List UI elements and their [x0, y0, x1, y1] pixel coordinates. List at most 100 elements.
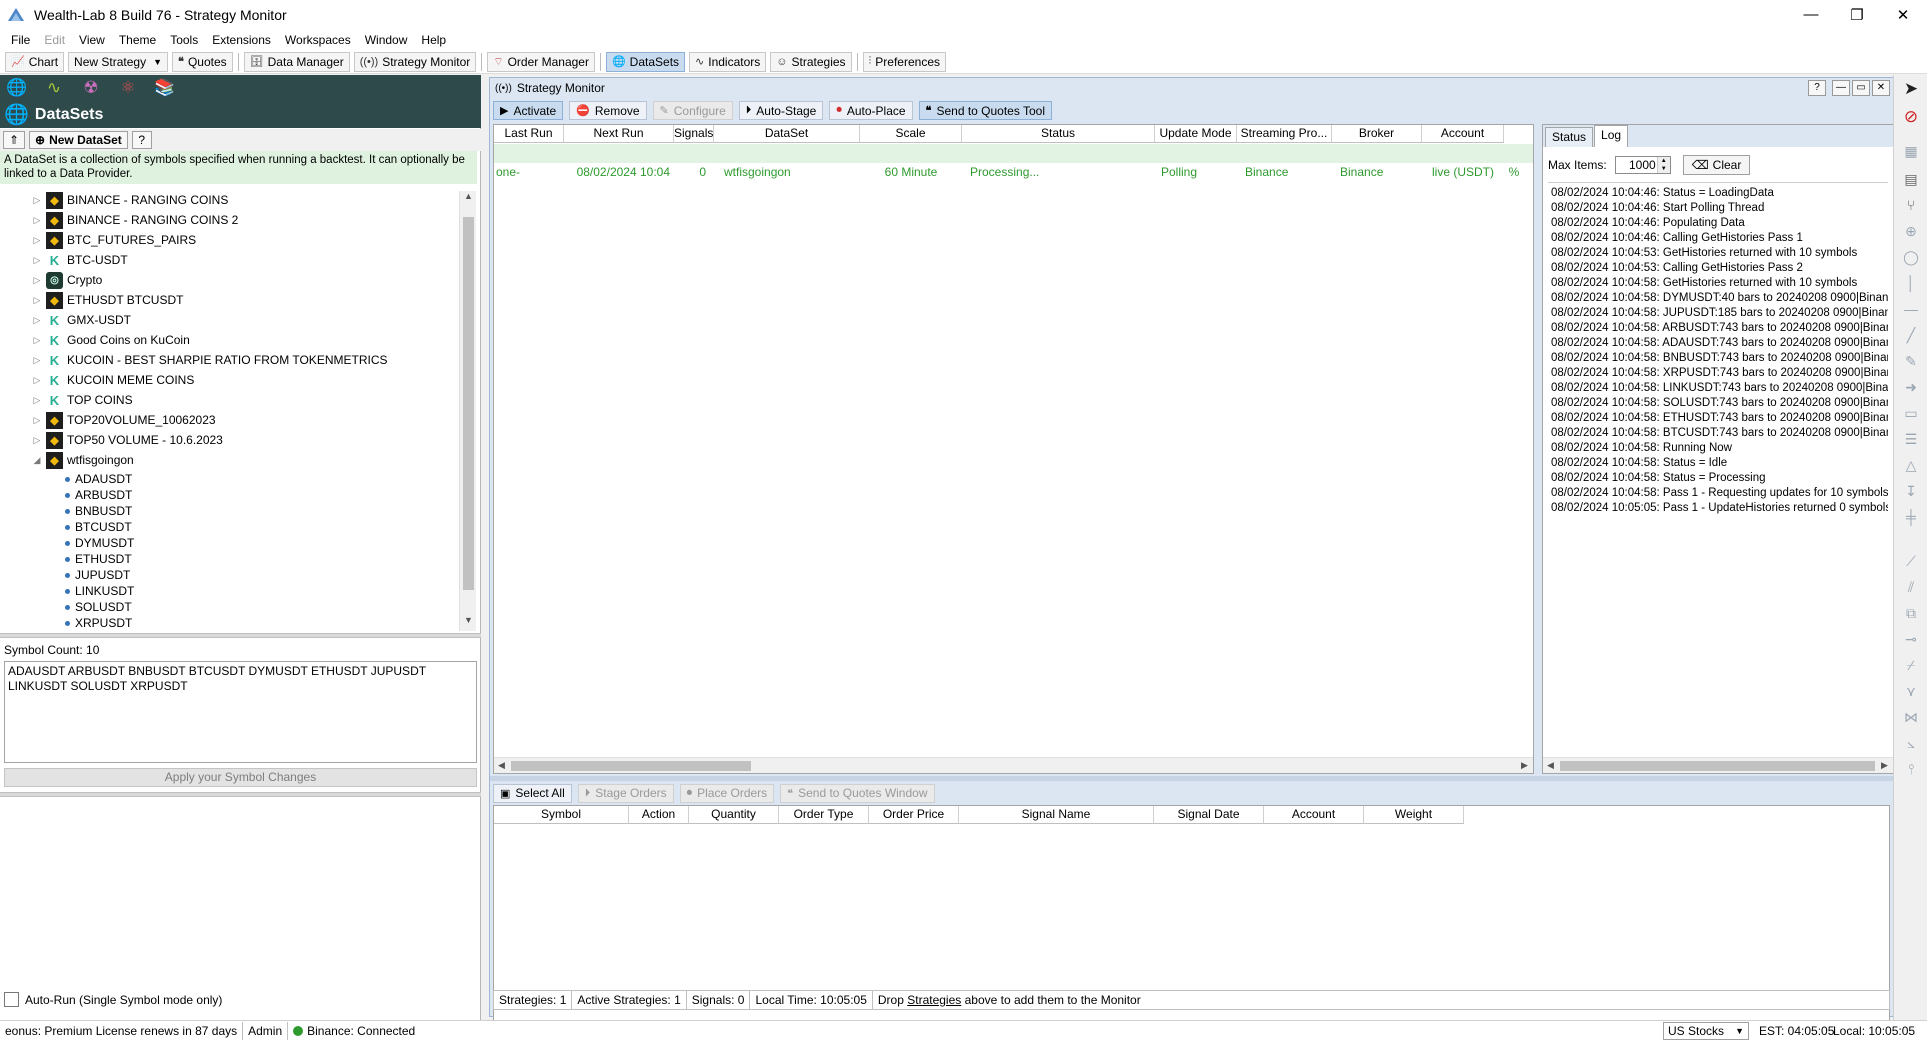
triangle-icon[interactable]: △ [1901, 455, 1921, 475]
dataset-item[interactable]: ▷ K TOP COINS [0, 390, 133, 410]
expand-arrow-icon[interactable]: ▷ [30, 335, 44, 346]
expand-arrow-icon[interactable]: ▷ [30, 355, 44, 366]
symbol-item[interactable]: JUPUSDT [65, 567, 130, 583]
order-manager-button[interactable]: ⌔ Order Manager [487, 51, 595, 72]
cursor-icon[interactable]: ➤ [1901, 79, 1921, 99]
col-scale[interactable]: Scale [860, 125, 962, 143]
col-account[interactable]: Account [1264, 806, 1364, 824]
wave-pattern-icon[interactable]: ⋎ [1901, 681, 1921, 701]
target-icon[interactable]: ⊕ [1901, 221, 1921, 241]
market-select[interactable]: US Stocks ▼ [1663, 1022, 1749, 1040]
menu-help[interactable]: Help [414, 33, 453, 47]
minimize-button[interactable]: — [1788, 0, 1834, 29]
dataset-item[interactable]: ▷ ◎ Crypto [0, 270, 102, 290]
dataset-item[interactable]: ▷ K BTC-USDT [0, 250, 128, 270]
col-dataset[interactable]: DataSet [714, 125, 860, 143]
ray-icon[interactable]: ⟋ [1901, 551, 1921, 571]
apply-symbol-changes-button[interactable]: Apply your Symbol Changes [4, 768, 477, 787]
strategy-monitor-button[interactable]: ((•)) Strategy Monitor [353, 51, 477, 72]
symbol-item[interactable]: BNBUSDT [65, 503, 132, 519]
col-signal-name[interactable]: Signal Name [959, 806, 1154, 824]
globe-icon[interactable]: 🌐 [6, 78, 28, 98]
expand-arrow-icon[interactable]: ▷ [30, 295, 44, 306]
tree-scrollbar[interactable]: ▲ ▼ [459, 191, 476, 631]
expand-arrow-icon[interactable]: ▷ [30, 415, 44, 426]
dataset-item[interactable]: ▷ K GMX-USDT [0, 310, 131, 330]
panel-splitter[interactable] [0, 792, 481, 797]
wave-icon[interactable]: ∿ [43, 78, 65, 98]
col-last-run[interactable]: Last Run [494, 125, 564, 143]
pattern-icon[interactable]: ⧉ [1901, 603, 1921, 623]
grid-icon[interactable]: ▦ [1901, 141, 1921, 161]
strategies-button[interactable]: ☺ Strategies [770, 51, 852, 72]
col-signal-date[interactable]: Signal Date [1154, 806, 1264, 824]
stage-orders-button[interactable]: ⏵ Stage Orders [577, 783, 674, 803]
menu-theme[interactable]: Theme [112, 33, 163, 47]
col-account[interactable]: Account [1422, 125, 1504, 143]
scroll-down-icon[interactable]: ▼ [460, 615, 477, 631]
max-items-input[interactable]: 1000 ▲ ▼ [1614, 156, 1671, 174]
fan-icon[interactable]: ⌿ [1901, 655, 1921, 675]
place-orders-button[interactable]: ⏺ Place Orders [679, 783, 775, 803]
datasets-button[interactable]: 🌐 DataSets [605, 51, 686, 72]
symbol-item[interactable]: SOLUSDT [65, 599, 132, 615]
scroll-right-icon[interactable]: ▶ [1877, 758, 1892, 773]
symbol-item[interactable]: LINKUSDT [65, 583, 134, 599]
strategies-link[interactable]: Strategies [907, 993, 961, 1007]
log-hscrollbar[interactable]: ◀ ▶ [1543, 757, 1893, 773]
ellipse-icon[interactable]: ◯ [1901, 247, 1921, 267]
panel-splitter[interactable] [0, 633, 481, 638]
trendline-icon[interactable]: ╱ [1901, 325, 1921, 345]
configure-button[interactable]: ✎ Configure [652, 101, 733, 120]
scroll-up-icon[interactable]: ▲ [460, 191, 477, 207]
vertical-line-icon[interactable]: │ [1901, 273, 1921, 293]
fork-icon[interactable]: ⑂ [1901, 195, 1921, 215]
col-order-type[interactable]: Order Type [779, 806, 869, 824]
dataset-item[interactable]: ▷ ◆ ETHUSDT BTCUSDT [0, 290, 183, 310]
col-action[interactable]: Action [629, 806, 689, 824]
new-strategy-dropdown[interactable]: New Strategy ▼ [68, 51, 169, 72]
dataset-item[interactable]: ▷ ◆ BINANCE - RANGING COINS 2 [0, 210, 238, 230]
remove-button[interactable]: ⛔ Remove [569, 101, 647, 120]
expand-arrow-icon[interactable]: ▷ [30, 275, 44, 286]
restore-button[interactable]: ❐ [1834, 0, 1880, 29]
dataset-item[interactable]: ▷ K Good Coins on KuCoin [0, 330, 190, 350]
monitor-help-button[interactable]: ? [1808, 80, 1826, 96]
dataset-item[interactable]: ▷ ◆ TOP50 VOLUME - 10.6.2023 [0, 430, 223, 450]
brain-icon[interactable]: ☢ [80, 78, 102, 98]
symbols-textarea[interactable]: ADAUSDT ARBUSDT BNBUSDT BTCUSDT DYMUSDT … [4, 661, 477, 763]
col-symbol[interactable]: Symbol [494, 806, 629, 824]
menu-view[interactable]: View [72, 33, 112, 47]
col-signals[interactable]: Signals [674, 125, 714, 143]
symbol-item[interactable]: ADAUSDT [65, 471, 132, 487]
monitor-minimize-button[interactable]: — [1832, 80, 1850, 96]
data-manager-button[interactable]: 🗄 Data Manager [243, 51, 350, 72]
dataset-item[interactable]: ▷ ◆ BINANCE - RANGING COINS [0, 190, 228, 210]
menu-edit[interactable]: Edit [37, 33, 72, 47]
cross-icon[interactable]: ╪ [1901, 507, 1921, 527]
send-to-quotes-tool-button[interactable]: ❝ Send to Quotes Tool [918, 101, 1052, 120]
dataset-item[interactable]: ▷ K KUCOIN - BEST SHARPIE RATIO FROM TOKEN… [0, 350, 387, 370]
activate-button[interactable]: ▶ Activate [493, 101, 564, 120]
menu-extensions[interactable]: Extensions [205, 33, 278, 47]
send-to-quotes-window-button[interactable]: ❝ Send to Quotes Window [780, 783, 935, 803]
select-all-button[interactable]: ▣ Select All [493, 783, 572, 803]
arrow-icon[interactable]: ➜ [1901, 377, 1921, 397]
books-icon[interactable]: 📚 [154, 78, 176, 98]
auto-place-button[interactable]: ⏺ Auto-Place [829, 101, 913, 120]
molecule-icon[interactable]: ⚛ [117, 78, 139, 98]
col-weight[interactable]: Weight [1364, 806, 1464, 824]
col-update-mode[interactable]: Update Mode [1155, 125, 1237, 143]
monitor-splitter[interactable] [490, 776, 1894, 781]
tab-log[interactable]: Log [1594, 125, 1629, 147]
gann-icon[interactable]: ⦣ [1901, 733, 1921, 753]
dataset-item[interactable]: ▷ ◆ TOP20VOLUME_10062023 [0, 410, 216, 430]
scroll-left-icon[interactable]: ◀ [1543, 758, 1558, 773]
dataset-item[interactable]: ◢ ◆ wtfisgoingon [0, 450, 134, 470]
preferences-button[interactable]: ⫶ Preferences [862, 51, 946, 72]
expand-arrow-icon[interactable]: ▷ [30, 315, 44, 326]
pin-icon[interactable]: ↧ [1901, 481, 1921, 501]
tab-status[interactable]: Status [1545, 127, 1594, 147]
autorun-checkbox[interactable] [4, 992, 19, 1007]
expand-arrow-icon[interactable]: ▷ [30, 435, 44, 446]
